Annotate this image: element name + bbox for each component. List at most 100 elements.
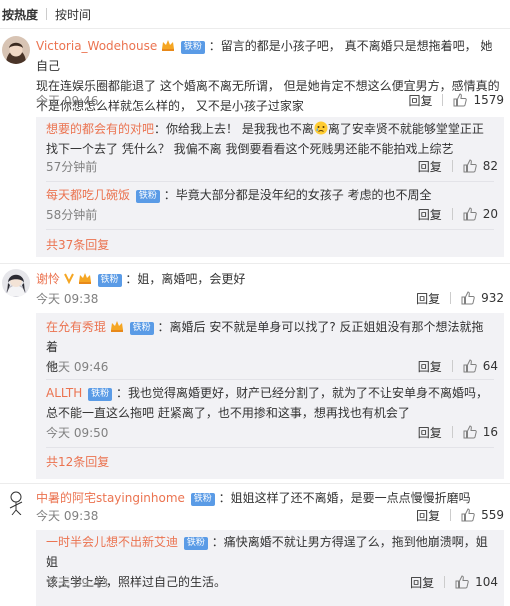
divider xyxy=(0,263,510,264)
like-button[interactable]: 20 xyxy=(463,207,498,221)
comment-text: ：我也觉得离婚更好，财产已经分割了，就为了不让安单身不离婚吗， xyxy=(115,386,488,400)
divider xyxy=(450,292,452,304)
comment-text: 找下一个去了 凭什么？ 我偏不离 我倒要看看这个死贱男还能不能拍戏上综艺 xyxy=(46,142,454,156)
comment-footer: 今天 09:46 回复 1579 xyxy=(36,91,504,109)
reply-footer: 58分钟前 回复 20 xyxy=(46,205,498,223)
comment-text: ：姐姐这样了还不离婚，是要一点点慢慢折磨吗 xyxy=(218,491,471,505)
reply-box: 一时半会儿想不出新艾迪 铁粉 ：痛快离婚不就让男方得逞了么，拖到他崩溃啊，姐姐 … xyxy=(36,530,504,606)
divider xyxy=(451,160,453,172)
fan-badge: 铁粉 xyxy=(190,493,215,506)
divider xyxy=(0,483,510,484)
divider xyxy=(451,426,453,438)
fan-badge: 铁粉 xyxy=(183,537,208,550)
like-count: 82 xyxy=(482,159,498,173)
like-button[interactable]: 559 xyxy=(461,508,504,522)
username[interactable]: ALLTH xyxy=(46,386,82,400)
timestamp: 58分钟前 xyxy=(46,207,98,222)
reply-button[interactable]: 回复 xyxy=(418,358,442,375)
verified-v-icon xyxy=(63,273,74,285)
reply-button[interactable]: 回复 xyxy=(408,92,432,109)
reply-box: 在允有秀琨 铁粉 ：离婚后 安不就是单身可以找了? 反正姐姐没有那个想法就拖着 … xyxy=(36,313,504,479)
avatar[interactable] xyxy=(2,269,30,297)
thumbs-up-icon xyxy=(463,159,477,173)
like-count: 16 xyxy=(482,425,498,439)
reply-footer: 今天 09:46 回复 64 xyxy=(46,357,498,375)
timestamp: 今天 09:50 xyxy=(46,425,109,440)
comment-text: ：姐，离婚吧，会更好 xyxy=(125,272,246,286)
fan-badge: 铁粉 xyxy=(97,274,122,287)
like-button[interactable]: 104 xyxy=(455,575,498,589)
username[interactable]: 谢怜 xyxy=(36,272,60,286)
comment-text: 总不能一直这么拖吧 赶紧离了，也不用掺和这事，想再找也有机会了 xyxy=(46,406,410,420)
comment-text: ：你给我上去！ 是我我也不离 xyxy=(154,122,314,136)
reply-item: 每天都吃几碗饭 铁粉 ：毕竟大部分都是没年纪的女孩子 考虑的也不周全 xyxy=(46,185,494,205)
timestamp: 今天 09:38 xyxy=(36,291,99,306)
username[interactable]: Victoria_Wodehouse xyxy=(36,39,157,53)
divider xyxy=(451,360,453,372)
reply-button[interactable]: 回复 xyxy=(410,574,434,591)
crying-emoji-icon xyxy=(314,121,328,135)
like-button[interactable]: 64 xyxy=(463,359,498,373)
comment-text: ：毕竟大部分都是没年纪的女孩子 考虑的也不周全 xyxy=(163,188,432,202)
vip-crown-icon xyxy=(78,273,91,284)
thumbs-up-icon xyxy=(455,575,469,589)
comment-text: 离了安幸贤不就能够堂堂正正 xyxy=(327,122,484,136)
vip-crown-icon xyxy=(162,40,175,51)
divider xyxy=(451,208,453,220)
username[interactable]: 想要的都会有的对吧 xyxy=(46,122,154,136)
comment-footer: 今天 09:38 回复 932 xyxy=(36,289,504,307)
reply-box: 想要的都会有的对吧：你给我上去！ 是我我也不离 离了安幸贤不就能够堂堂正正 找下一… xyxy=(36,117,504,257)
like-count: 932 xyxy=(481,291,504,305)
more-replies-link[interactable]: 共37条回复 xyxy=(46,236,109,253)
thumbs-up-icon xyxy=(461,291,475,305)
more-replies-link[interactable]: 共12条回复 xyxy=(46,453,109,470)
username[interactable]: 在允有秀琨 xyxy=(46,320,106,334)
reply-button[interactable]: 回复 xyxy=(418,206,442,223)
sort-by-time[interactable]: 按时间 xyxy=(55,6,91,23)
divider xyxy=(442,94,444,106)
username[interactable]: 一时半会儿想不出新艾迪 xyxy=(46,535,178,549)
sort-by-hot[interactable]: 按热度 xyxy=(2,6,38,23)
like-count: 1579 xyxy=(473,93,504,107)
divider xyxy=(46,229,494,230)
like-button[interactable]: 82 xyxy=(463,159,498,173)
like-count: 64 xyxy=(482,359,498,373)
divider xyxy=(0,28,510,29)
timestamp: 今天 09:46 xyxy=(46,359,109,374)
reply-button[interactable]: 回复 xyxy=(418,158,442,175)
thumbs-up-icon xyxy=(463,359,477,373)
divider xyxy=(46,379,494,380)
fan-badge: 铁粉 xyxy=(135,190,160,203)
timestamp: 57分钟前 xyxy=(46,159,98,174)
like-count: 20 xyxy=(482,207,498,221)
fan-badge: 铁粉 xyxy=(129,322,154,335)
avatar[interactable] xyxy=(2,488,30,516)
divider xyxy=(450,509,452,521)
timestamp: 今天 09:46 xyxy=(36,93,99,108)
reply-footer: 今天 09:50 回复 16 xyxy=(46,423,498,441)
reply-item: 想要的都会有的对吧：你给我上去！ 是我我也不离 离了安幸贤不就能够堂堂正正 找下一… xyxy=(46,119,494,159)
divider xyxy=(444,576,446,588)
timestamp: 今天 09:43 xyxy=(46,575,109,590)
reply-button[interactable]: 回复 xyxy=(416,290,440,307)
username[interactable]: 中暑的阿宅stayinginhome xyxy=(36,491,185,505)
thumbs-up-icon xyxy=(463,425,477,439)
avatar[interactable] xyxy=(2,36,30,64)
reply-button[interactable]: 回复 xyxy=(416,507,440,524)
divider xyxy=(46,447,494,448)
sort-bar: 按热度 按时间 xyxy=(0,0,510,28)
like-button[interactable]: 1579 xyxy=(453,93,504,107)
sort-divider xyxy=(46,8,48,20)
reply-button[interactable]: 回复 xyxy=(418,424,442,441)
fan-badge: 铁粉 xyxy=(88,388,113,401)
username[interactable]: 每天都吃几碗饭 xyxy=(46,188,130,202)
thumbs-up-icon xyxy=(453,93,468,107)
like-count: 104 xyxy=(475,575,498,589)
like-button[interactable]: 932 xyxy=(461,291,504,305)
like-button[interactable]: 16 xyxy=(463,425,498,439)
reply-item: ALLTH 铁粉 ：我也觉得离婚更好，财产已经分割了，就为了不让安单身不离婚吗，… xyxy=(46,383,494,423)
reply-footer: 今天 09:43 回复 104 xyxy=(46,573,498,591)
timestamp: 今天 09:38 xyxy=(36,508,99,523)
fan-badge: 铁粉 xyxy=(180,41,205,54)
divider xyxy=(46,181,494,182)
